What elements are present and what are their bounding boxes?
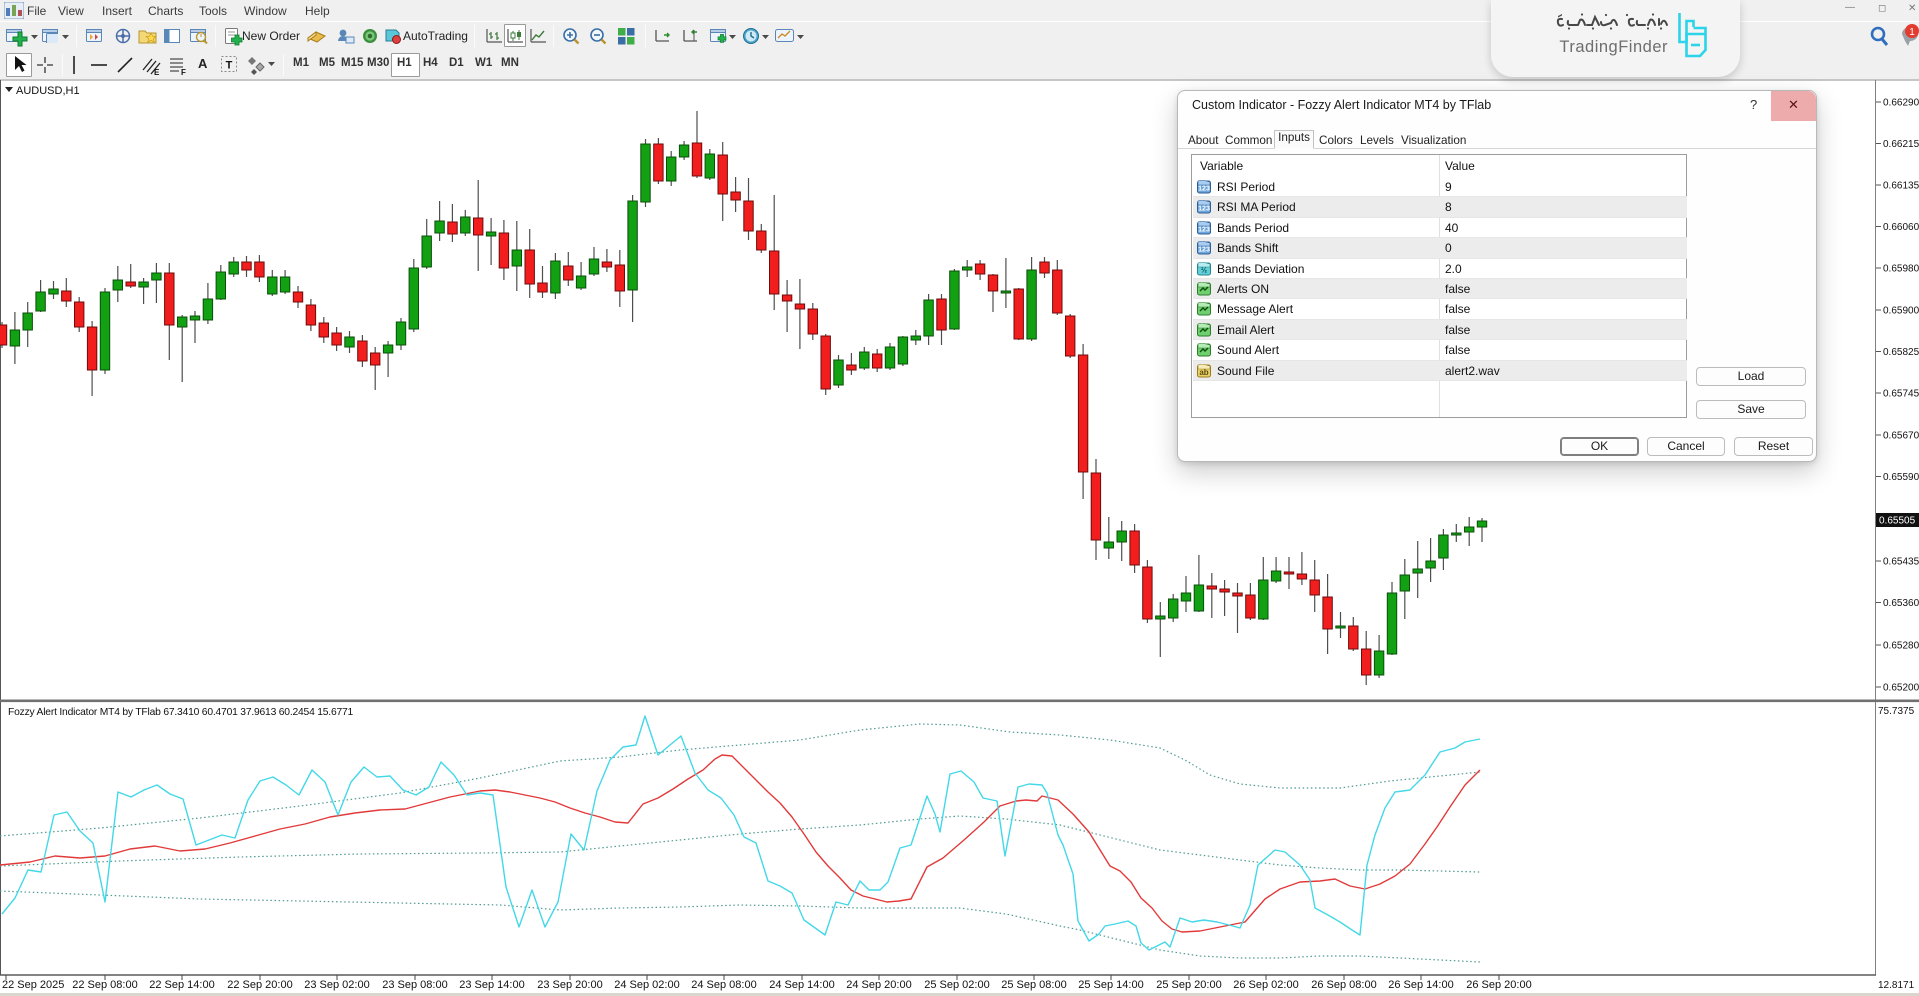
svg-text:23 Sep 02:00: 23 Sep 02:00 xyxy=(304,979,369,991)
svg-text:12.8171: 12.8171 xyxy=(1878,980,1915,991)
svg-text:E: E xyxy=(154,68,160,76)
svg-text:23 Sep 14:00: 23 Sep 14:00 xyxy=(459,979,524,991)
svg-text:22 Sep 14:00: 22 Sep 14:00 xyxy=(149,979,214,991)
svg-text:23 Sep 20:00: 23 Sep 20:00 xyxy=(537,979,602,991)
svg-text:123: 123 xyxy=(1198,206,1210,213)
svg-text:0.65980: 0.65980 xyxy=(1883,264,1919,275)
svg-text:22 Sep 2025: 22 Sep 2025 xyxy=(2,979,64,991)
svg-text:0.65200: 0.65200 xyxy=(1883,683,1919,694)
svg-text:1: 1 xyxy=(1909,27,1915,38)
svg-text:123: 123 xyxy=(1198,226,1210,233)
svg-text:26 Sep 02:00: 26 Sep 02:00 xyxy=(1233,979,1298,991)
svg-text:0.66060: 0.66060 xyxy=(1883,222,1919,233)
svg-text:22 Sep 08:00: 22 Sep 08:00 xyxy=(72,979,137,991)
svg-text:123: 123 xyxy=(1198,247,1210,254)
svg-text:23 Sep 08:00: 23 Sep 08:00 xyxy=(382,979,447,991)
svg-text:26 Sep 20:00: 26 Sep 20:00 xyxy=(1466,979,1531,991)
svg-text:AUDUSD,H1: AUDUSD,H1 xyxy=(16,85,80,97)
svg-text:0.65900: 0.65900 xyxy=(1883,306,1919,317)
svg-text:123: 123 xyxy=(1198,186,1210,193)
svg-text:0.66135: 0.66135 xyxy=(1883,181,1919,192)
svg-text:22 Sep 20:00: 22 Sep 20:00 xyxy=(227,979,292,991)
svg-text:0.65745: 0.65745 xyxy=(1883,389,1919,400)
svg-text:75.7375: 75.7375 xyxy=(1878,706,1915,717)
svg-text:0.66215: 0.66215 xyxy=(1883,139,1919,150)
svg-text:0.65590: 0.65590 xyxy=(1883,472,1919,483)
svg-text:F: F xyxy=(181,68,186,76)
svg-text:Fozzy Alert Indicator MT4 by T: Fozzy Alert Indicator MT4 by TFlab 67.34… xyxy=(8,707,354,718)
svg-text:0.65505: 0.65505 xyxy=(1879,516,1916,527)
svg-text:0.65670: 0.65670 xyxy=(1883,431,1919,442)
svg-text:0.65280: 0.65280 xyxy=(1883,641,1919,652)
svg-text:½: ½ xyxy=(1201,265,1207,274)
svg-text:25 Sep 14:00: 25 Sep 14:00 xyxy=(1078,979,1143,991)
svg-text:25 Sep 20:00: 25 Sep 20:00 xyxy=(1156,979,1221,991)
svg-text:26 Sep 14:00: 26 Sep 14:00 xyxy=(1388,979,1453,991)
svg-text:24 Sep 02:00: 24 Sep 02:00 xyxy=(614,979,679,991)
svg-text:0.65825: 0.65825 xyxy=(1883,347,1919,358)
svg-text:0.66290: 0.66290 xyxy=(1883,98,1919,109)
svg-text:25 Sep 02:00: 25 Sep 02:00 xyxy=(924,979,989,991)
svg-text:24 Sep 08:00: 24 Sep 08:00 xyxy=(691,979,756,991)
svg-text:ab: ab xyxy=(1199,368,1208,377)
svg-text:24 Sep 20:00: 24 Sep 20:00 xyxy=(846,979,911,991)
svg-text:24 Sep 14:00: 24 Sep 14:00 xyxy=(769,979,834,991)
svg-text:T: T xyxy=(226,60,233,72)
svg-text:26 Sep 08:00: 26 Sep 08:00 xyxy=(1311,979,1376,991)
svg-text:25 Sep 08:00: 25 Sep 08:00 xyxy=(1001,979,1066,991)
svg-text:0.65360: 0.65360 xyxy=(1883,598,1919,609)
svg-text:0.65435: 0.65435 xyxy=(1883,557,1919,568)
